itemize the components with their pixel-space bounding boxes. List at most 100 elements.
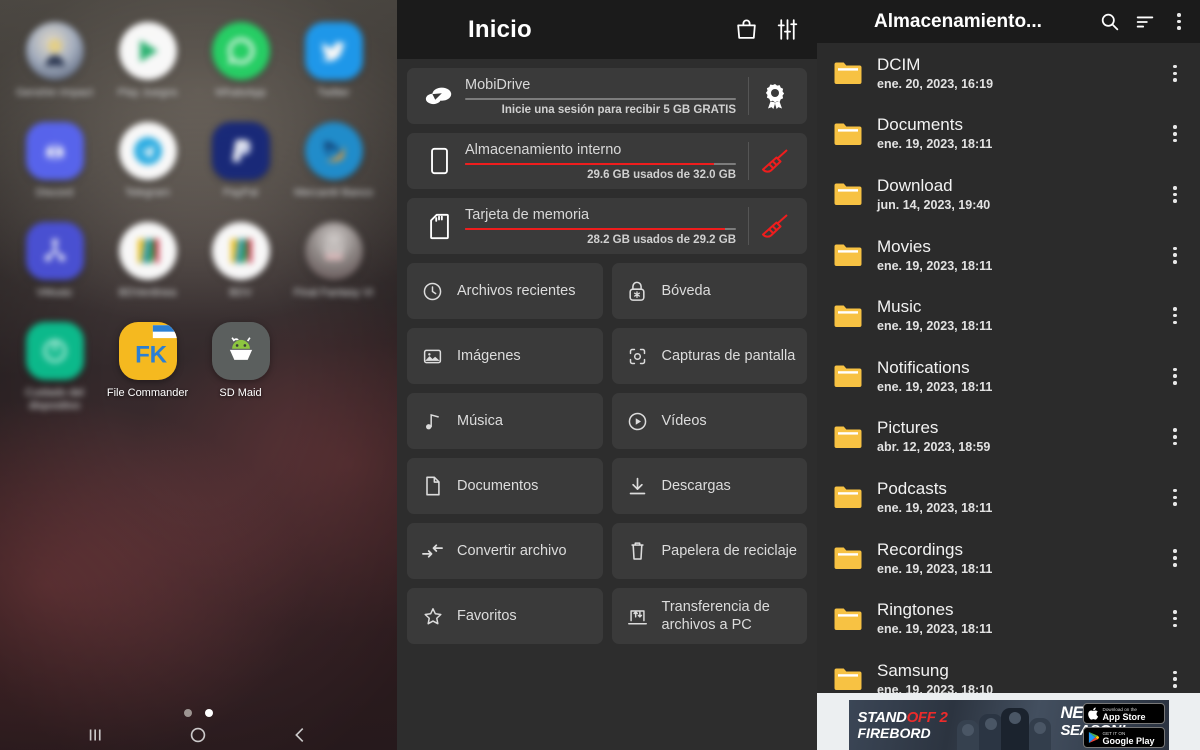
app-telegram[interactable]: Telegram: [101, 122, 194, 200]
app-file-commander[interactable]: F K File Commander: [101, 322, 194, 413]
hamburger-menu-icon[interactable]: [829, 13, 852, 30]
storage-name: MobiDrive: [465, 76, 531, 93]
row-overflow-icon[interactable]: [1160, 125, 1190, 143]
shopping-bag-icon[interactable]: [734, 17, 759, 42]
tile-archivos-recientes[interactable]: Archivos recientes: [407, 263, 603, 319]
app-genshin[interactable]: Genshin Impact: [8, 22, 101, 100]
storage-card-mobidrive[interactable]: MobiDrive Inicie una sesión para recibir…: [407, 68, 807, 124]
folder-row[interactable]: Ringtones ene. 19, 2023, 18:11: [817, 588, 1200, 649]
page-title: Inicio: [468, 15, 532, 43]
tune-sliders-icon[interactable]: [775, 17, 800, 42]
row-overflow-icon[interactable]: [1160, 610, 1190, 628]
paypal-icon: [211, 122, 270, 180]
folder-row[interactable]: Documents ene. 19, 2023, 18:11: [817, 104, 1200, 165]
tile-capturas-de-pantalla[interactable]: Capturas de pantalla: [611, 328, 807, 384]
row-overflow-icon[interactable]: [1160, 549, 1190, 567]
star-icon: [421, 606, 444, 627]
recents-button[interactable]: [86, 724, 108, 750]
app-grid: Genshin Impact Play Juegos WhatsApp Twit…: [0, 0, 397, 435]
tile-videos[interactable]: Vídeos: [611, 393, 807, 449]
tile-convertir-archivo[interactable]: Convertir archivo: [407, 523, 603, 579]
app-label: PayPal: [223, 187, 258, 199]
row-overflow-icon[interactable]: [1160, 246, 1190, 264]
app-bdv[interactable]: BDV: [194, 222, 287, 300]
storage-progress-bar: [465, 162, 736, 166]
app-store-badge[interactable]: Download on the App Store: [1082, 703, 1165, 724]
folder-row[interactable]: Notifications ene. 19, 2023, 18:11: [817, 346, 1200, 407]
row-overflow-icon[interactable]: [1160, 428, 1190, 446]
tile-boveda[interactable]: Bóveda: [611, 263, 807, 319]
row-overflow-icon[interactable]: [1160, 64, 1190, 82]
google-play-big: Google Play: [1102, 736, 1155, 747]
search-icon[interactable]: [1099, 11, 1120, 32]
app-mercantil[interactable]: Mercantil Banco: [287, 122, 380, 200]
back-button[interactable]: [289, 724, 311, 750]
clock-icon: [421, 281, 444, 302]
page-indicator: [0, 709, 397, 717]
sd-card-icon: [419, 212, 459, 240]
folder-row[interactable]: Recordings ene. 19, 2023, 18:11: [817, 528, 1200, 589]
app-discord[interactable]: Discord: [8, 122, 101, 200]
broom-clean-icon[interactable]: [749, 147, 801, 175]
page-dot-2[interactable]: [205, 709, 213, 717]
home-button[interactable]: [187, 724, 209, 750]
app-device-care[interactable]: Cuidado del dispositivo: [8, 322, 101, 413]
app-twitter[interactable]: Twitter: [287, 22, 380, 100]
row-overflow-icon[interactable]: [1160, 185, 1190, 204]
folder-name: Download: [877, 175, 953, 195]
folder-row[interactable]: Music ene. 19, 2023, 18:11: [817, 285, 1200, 346]
ad-creative[interactable]: STANDOFF 2 FIREBORD NEW SEASON! Download…: [848, 700, 1169, 750]
folder-text: Pictures abr. 12, 2023, 18:59: [871, 418, 1160, 455]
app-whatsapp[interactable]: WhatsApp: [194, 22, 287, 100]
folder-row[interactable]: DCIM ene. 20, 2023, 16:19: [817, 43, 1200, 104]
image-icon: [421, 346, 444, 367]
trash-icon: [626, 540, 649, 562]
app-final-fantasy[interactable]: Final Fantasy VI: [287, 222, 380, 300]
tile-documentos[interactable]: Documentos: [407, 458, 603, 514]
kebab-menu-icon[interactable]: [1170, 12, 1188, 31]
broom-clean-icon[interactable]: [749, 212, 801, 240]
app-vmusic[interactable]: VMusic: [8, 222, 101, 300]
app-label: Mercantil Banco: [294, 187, 373, 199]
folder-row[interactable]: Samsung ene. 19, 2023, 18:10: [817, 649, 1200, 693]
storage-card-sdcard[interactable]: Tarjeta de memoria 28.2 GB usados de 29.…: [407, 198, 807, 254]
folder-row[interactable]: Download jun. 14, 2023, 19:40: [817, 164, 1200, 225]
google-play-badge[interactable]: GET IT ON Google Play: [1082, 727, 1165, 748]
app-bdvenlinea[interactable]: BDVenlinea: [101, 222, 194, 300]
tile-papelera-de-reciclaje[interactable]: Papelera de reciclaje: [611, 523, 807, 579]
screenshot-root: Genshin Impact Play Juegos WhatsApp Twit…: [0, 0, 1200, 750]
folder-text: Recordings ene. 19, 2023, 18:11: [871, 540, 1160, 577]
folder-icon: [833, 303, 871, 329]
page-dot-1[interactable]: [184, 709, 192, 717]
row-overflow-icon[interactable]: [1160, 367, 1190, 385]
bdv-linea-icon: [118, 222, 177, 280]
storage-subtitle: 28.2 GB usados de 29.2 GB: [587, 234, 736, 247]
app-sd-maid[interactable]: SD Maid: [194, 322, 287, 413]
tile-transferencia-archivos-pc[interactable]: Transferencia de archivos a PC: [611, 588, 807, 644]
folder-date: ene. 19, 2023, 18:11: [877, 258, 993, 273]
folder-row[interactable]: Pictures abr. 12, 2023, 18:59: [817, 407, 1200, 468]
tile-descargas[interactable]: Descargas: [611, 458, 807, 514]
storage-card-internal[interactable]: Almacenamiento interno 29.6 GB usados de…: [407, 133, 807, 189]
play-circle-icon: [626, 411, 649, 432]
row-overflow-icon[interactable]: [1160, 670, 1190, 688]
ad-banner[interactable]: STANDOFF 2 FIREBORD NEW SEASON! Download…: [817, 693, 1200, 750]
row-overflow-icon[interactable]: [1160, 488, 1190, 507]
svg-text:F: F: [135, 341, 150, 368]
app-play-juegos[interactable]: Play Juegos: [101, 22, 194, 100]
tile-musica[interactable]: Música: [407, 393, 603, 449]
folder-row[interactable]: Podcasts ene. 19, 2023, 18:11: [817, 467, 1200, 528]
app-paypal[interactable]: PayPal: [194, 122, 287, 200]
folder-row[interactable]: Movies ene. 19, 2023, 18:11: [817, 225, 1200, 286]
mercantil-icon: [304, 122, 363, 180]
folder-list[interactable]: DCIM ene. 20, 2023, 16:19 Documents ene. 19…: [817, 43, 1200, 693]
folder-text: Notifications ene. 19, 2023, 18:11: [871, 358, 1160, 395]
app-label: File Commander: [106, 387, 189, 399]
ad-characters: [953, 700, 1063, 750]
tile-favoritos[interactable]: Favoritos: [407, 588, 603, 644]
award-ribbon-icon[interactable]: [749, 83, 801, 109]
sort-icon[interactable]: [1134, 11, 1156, 33]
row-overflow-icon[interactable]: [1160, 307, 1190, 325]
tile-imagenes[interactable]: Imágenes: [407, 328, 603, 384]
hamburger-menu-icon[interactable]: [414, 21, 440, 38]
